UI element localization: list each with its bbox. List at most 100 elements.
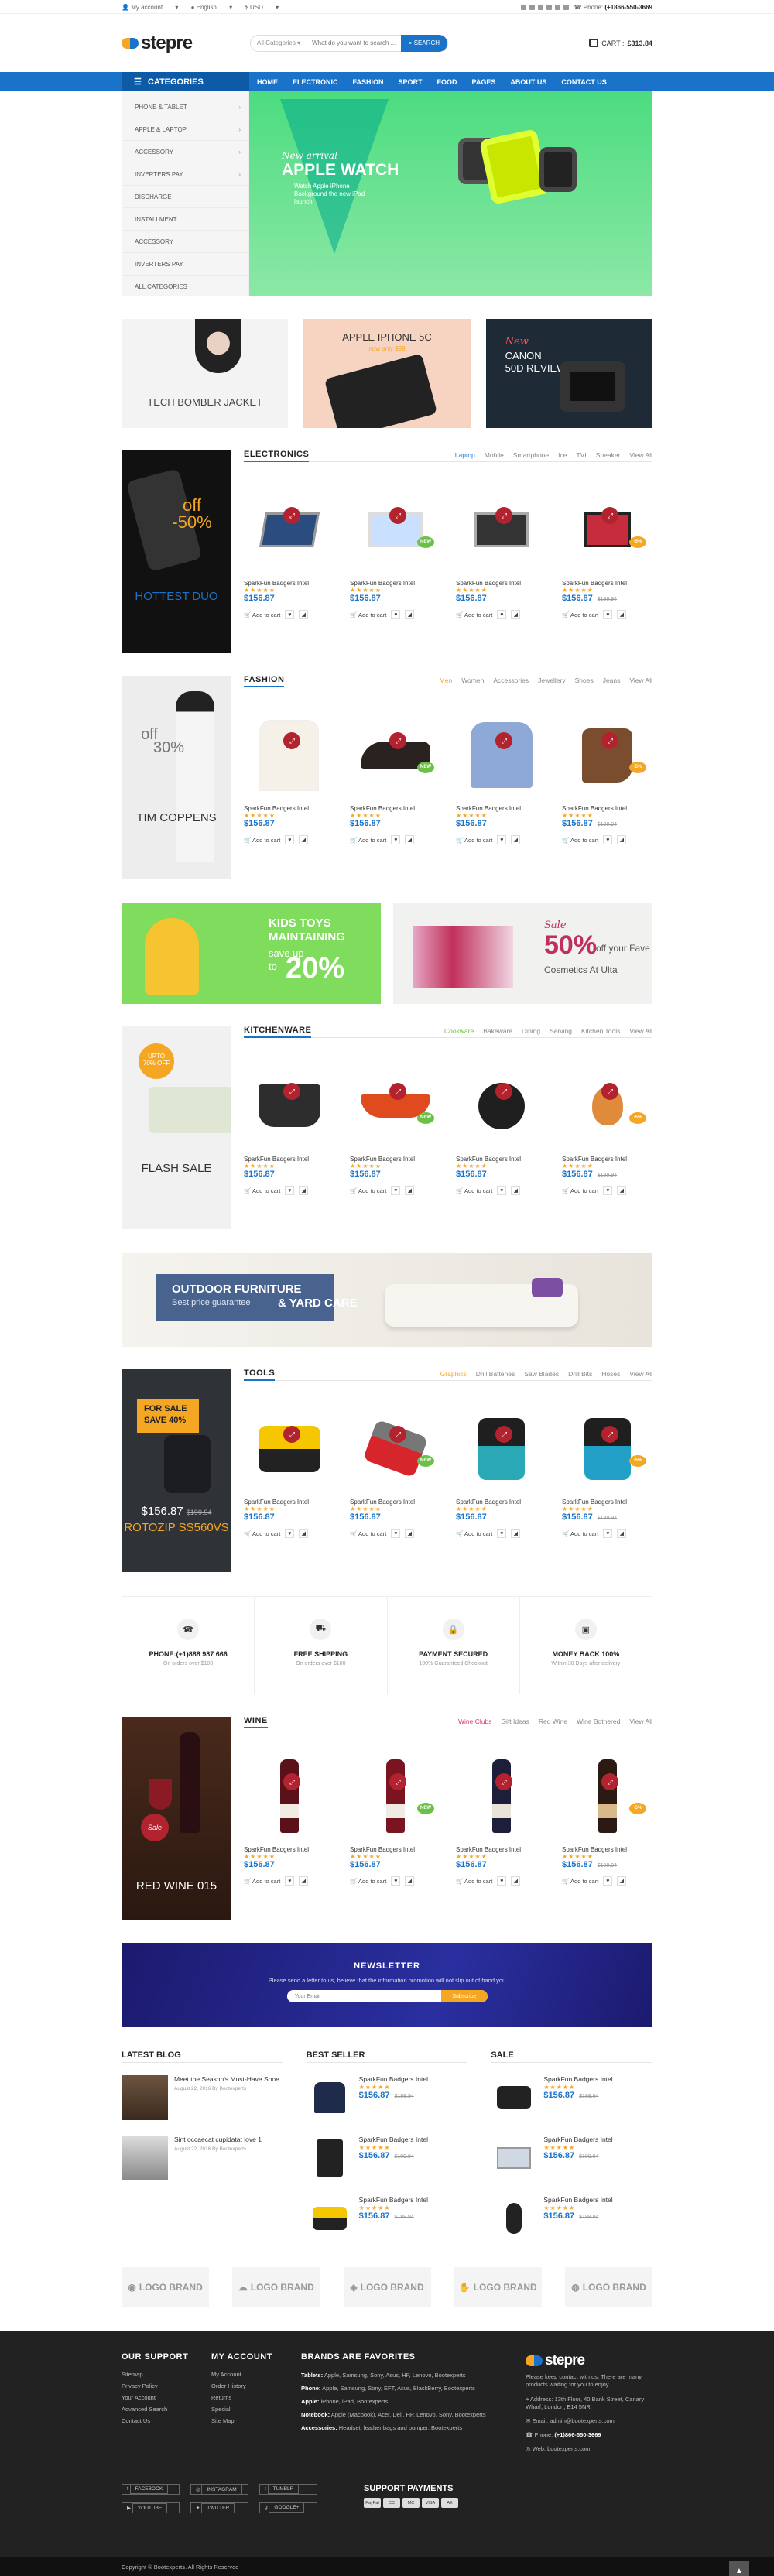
brand-row-value[interactable]: Headset, leather bags and bumper, Bootex…	[339, 2424, 462, 2431]
tab-women[interactable]: Women	[461, 677, 484, 684]
category-item[interactable]: INVERTERS PAY	[122, 253, 248, 276]
nav-food[interactable]: FOOD	[437, 78, 457, 86]
add-to-cart-button[interactable]: 🛒 Add to cart	[350, 837, 386, 844]
tab-bakeware[interactable]: Bakeware	[483, 1027, 512, 1035]
hero-slider[interactable]: New arrival APPLE WATCH Watch Apple iPho…	[249, 91, 652, 296]
tab-drill-batteries[interactable]: Drill Batteries	[476, 1370, 515, 1378]
footer-logo[interactable]: stepre	[526, 2352, 652, 2369]
back-to-top-button[interactable]: ▲	[729, 2561, 749, 2576]
category-item[interactable]: ACCESSORY›	[122, 141, 248, 163]
add-to-cart-button[interactable]: 🛒 Add to cart	[562, 1878, 598, 1885]
product-thumbnail[interactable]	[491, 2196, 537, 2241]
compare-icon[interactable]: ◢	[405, 1186, 414, 1195]
add-to-cart-button[interactable]: 🛒 Add to cart	[244, 1878, 280, 1885]
product-card[interactable]: ⤢NEW SparkFun Badgers Intel ★★★★★ $156.8…	[350, 1751, 440, 1886]
category-item[interactable]: DISCHARGE	[122, 186, 248, 208]
footer-link[interactable]: My Account	[211, 2369, 301, 2380]
heart-icon[interactable]: ♥	[603, 610, 612, 619]
heart-icon[interactable]: ♥	[285, 835, 294, 844]
product-card[interactable]: ⤢ SparkFun Badgers Intel ★★★★★ $156.87 🛒…	[456, 1403, 546, 1538]
product-name[interactable]: SparkFun Badgers Intel	[244, 1499, 334, 1506]
product-name[interactable]: SparkFun Badgers Intel	[350, 1156, 440, 1163]
compare-icon[interactable]: ◢	[405, 610, 414, 619]
blog-title[interactable]: Meet the Season's Must-Have Shoe	[174, 2075, 279, 2084]
list-product[interactable]: SparkFun Badgers Intel★★★★★$156.87$199.9…	[307, 2075, 468, 2123]
tab-smartphone[interactable]: Smartphone	[513, 451, 549, 459]
product-thumbnail[interactable]	[491, 2136, 537, 2180]
tab-wine-clubs[interactable]: Wine Clubs	[458, 1718, 491, 1725]
tab-men[interactable]: Men	[440, 677, 453, 684]
product-image[interactable]: ⤢	[456, 485, 546, 575]
compare-icon[interactable]: ◢	[299, 1876, 308, 1886]
footer-link[interactable]: Sitemap	[122, 2369, 211, 2380]
tab-shoes[interactable]: Shoes	[575, 677, 594, 684]
tab-saw-blades[interactable]: Saw Blades	[524, 1370, 559, 1378]
product-name[interactable]: SparkFun Badgers Intel	[456, 805, 546, 812]
list-product[interactable]: SparkFun Badgers Intel★★★★★$156.87$199.9…	[491, 2136, 652, 2184]
list-product[interactable]: SparkFun Badgers Intel★★★★★$156.87$199.9…	[307, 2196, 468, 2244]
heart-icon[interactable]: ♥	[497, 610, 506, 619]
add-to-cart-button[interactable]: 🛒 Add to cart	[244, 611, 280, 618]
product-image[interactable]: ⤢	[456, 1751, 546, 1841]
add-to-cart-button[interactable]: 🛒 Add to cart	[456, 1878, 492, 1885]
product-image[interactable]: ⤢NEW	[350, 1751, 440, 1841]
heart-icon[interactable]: ♥	[603, 1876, 612, 1886]
list-product[interactable]: SparkFun Badgers Intel★★★★★$156.87$199.9…	[307, 2136, 468, 2184]
category-item[interactable]: INSTALLMENT	[122, 208, 248, 231]
brand-row-value[interactable]: Apple (Macbook), Acer, Dell, HP, Lenovo,…	[331, 2411, 486, 2418]
product-card[interactable]: ⤢ SparkFun Badgers Intel ★★★★★ $156.87 🛒…	[244, 1751, 334, 1886]
brand-logo[interactable]: ◈LOGO BRAND	[344, 2267, 431, 2307]
product-name[interactable]: SparkFun Badgers Intel	[359, 2136, 428, 2144]
banner-outdoor-furniture[interactable]: OUTDOOR FURNITURE Best price guarantee &…	[122, 1253, 652, 1347]
product-thumbnail[interactable]	[307, 2075, 353, 2120]
banner-red-wine[interactable]: Sale RED WINE 015	[122, 1717, 231, 1920]
site-logo[interactable]: stepre	[122, 33, 192, 54]
list-product[interactable]: SparkFun Badgers Intel★★★★★$156.87$199.9…	[491, 2196, 652, 2244]
product-image[interactable]: ⤢NEW	[350, 1060, 440, 1151]
heart-icon[interactable]: ♥	[285, 1186, 294, 1195]
google-plus-icon[interactable]	[546, 5, 552, 10]
add-to-cart-button[interactable]: 🛒 Add to cart	[562, 837, 598, 844]
compare-icon[interactable]: ◢	[617, 835, 626, 844]
search-category-select[interactable]: All Categories ▾	[251, 39, 307, 46]
product-image[interactable]: ⤢	[244, 1403, 334, 1494]
instagram-icon[interactable]	[538, 5, 543, 10]
brand-logo[interactable]: ☁LOGO BRAND	[232, 2267, 320, 2307]
subscribe-button[interactable]: Subscribe	[441, 1990, 487, 2002]
product-name[interactable]: SparkFun Badgers Intel	[350, 805, 440, 812]
compare-icon[interactable]: ◢	[405, 835, 414, 844]
brand-logo[interactable]: ✋LOGO BRAND	[454, 2267, 542, 2307]
product-thumbnail[interactable]	[491, 2075, 537, 2120]
tumblr-link[interactable]: t TUMBLR	[259, 2484, 317, 2495]
add-to-cart-button[interactable]: 🛒 Add to cart	[562, 611, 598, 618]
instagram-link[interactable]: ◎ INSTAGRAM	[190, 2484, 248, 2495]
brand-logo[interactable]: ◉LOGO BRAND	[122, 2267, 209, 2307]
banner-flash-sale[interactable]: UPTO70% OFF FLASH SALE	[122, 1026, 231, 1229]
product-image[interactable]: ⤢NEW	[350, 1403, 440, 1494]
product-image[interactable]: ⤢	[244, 485, 334, 575]
product-image[interactable]: ⤢	[456, 1403, 546, 1494]
product-card[interactable]: ⤢-5% SparkFun Badgers Intel ★★★★★ $156.8…	[562, 1060, 652, 1195]
heart-icon[interactable]: ♥	[497, 1876, 506, 1886]
nav-home[interactable]: HOME	[257, 78, 278, 86]
footer-link[interactable]: Contact Us	[122, 2415, 211, 2427]
product-name[interactable]: SparkFun Badgers Intel	[350, 1846, 440, 1853]
product-name[interactable]: SparkFun Badgers Intel	[562, 1846, 652, 1853]
add-to-cart-button[interactable]: 🛒 Add to cart	[244, 1530, 280, 1537]
heart-icon[interactable]: ♥	[391, 835, 400, 844]
product-card[interactable]: ⤢-5% SparkFun Badgers Intel ★★★★★ $156.8…	[562, 1751, 652, 1886]
category-item[interactable]: PHONE & TABLET›	[122, 96, 248, 118]
tab-speaker[interactable]: Speaker	[596, 451, 621, 459]
product-card[interactable]: ⤢ SparkFun Badgers Intel ★★★★★ $156.87 🛒…	[456, 1060, 546, 1195]
tab-dining[interactable]: Dining	[522, 1027, 540, 1035]
category-item[interactable]: ACCESSORY	[122, 231, 248, 253]
product-name[interactable]: SparkFun Badgers Intel	[543, 2075, 612, 2084]
language-dropdown[interactable]: ● English ▾	[191, 4, 233, 11]
product-image[interactable]: ⤢NEW	[350, 710, 440, 800]
dribbble-icon[interactable]	[555, 5, 560, 10]
product-name[interactable]: SparkFun Badgers Intel	[359, 2075, 428, 2084]
add-to-cart-button[interactable]: 🛒 Add to cart	[562, 1187, 598, 1194]
compare-icon[interactable]: ◢	[511, 1876, 520, 1886]
product-name[interactable]: SparkFun Badgers Intel	[562, 580, 652, 587]
compare-icon[interactable]: ◢	[299, 1529, 308, 1538]
